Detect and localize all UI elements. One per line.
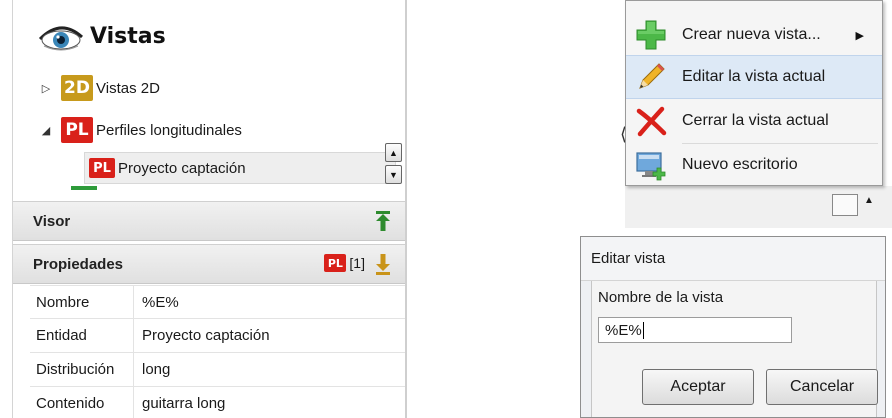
- tree-item-proyecto[interactable]: PL Proyecto captación: [89, 154, 246, 182]
- accept-button[interactable]: Aceptar: [642, 369, 754, 405]
- badge-2d-icon: 2D: [61, 75, 93, 101]
- properties-section[interactable]: Propiedades PL [1]: [13, 244, 405, 284]
- scroll-up-button[interactable]: ▲: [385, 143, 402, 162]
- property-key: Contenido: [30, 387, 134, 418]
- view-name-input[interactable]: %E%: [598, 317, 792, 343]
- menu-item-label: Crear nueva vista...: [682, 26, 821, 43]
- menu-item-label: Cerrar la vista actual: [682, 112, 829, 129]
- property-key: Nombre: [30, 286, 134, 318]
- tree-item-perfiles[interactable]: ◢ PL Perfiles longitudinales: [39, 116, 242, 144]
- cancel-button[interactable]: Cancelar: [766, 369, 878, 405]
- property-key: Distribución: [30, 353, 134, 386]
- menu-item-nuevo-escritorio[interactable]: Nuevo escritorio: [626, 143, 882, 187]
- property-value[interactable]: %E%: [134, 294, 179, 311]
- menu-item-label: Nuevo escritorio: [682, 156, 798, 173]
- collapse-icon[interactable]: ◢: [39, 124, 53, 137]
- collapse-down-icon[interactable]: [375, 253, 391, 275]
- property-row-distribucion[interactable]: Distribución long: [30, 353, 405, 387]
- tree-item-vistas-2d[interactable]: ▷ 2D Vistas 2D: [39, 74, 160, 102]
- menu-item-crear-nueva-vista[interactable]: Crear nueva vista... ▶: [626, 13, 882, 57]
- view-name-value: %E%: [605, 321, 642, 339]
- badge-pl-icon: PL: [61, 117, 93, 143]
- property-value[interactable]: guitarra long: [134, 395, 225, 412]
- visor-section[interactable]: Visor: [13, 201, 405, 241]
- property-row-contenido[interactable]: Contenido guitarra long: [30, 387, 405, 418]
- dialog-body: Nombre de la vista %E% Aceptar Cancelar: [591, 281, 878, 417]
- property-value[interactable]: Proyecto captación: [134, 327, 270, 344]
- dialog-title: Editar vista: [591, 250, 666, 267]
- badge-pl-icon: PL: [324, 254, 347, 272]
- menu-item-editar-vista[interactable]: Editar la vista actual: [626, 55, 882, 99]
- new-desktop-icon: [634, 148, 668, 182]
- menu-item-label: Editar la vista actual: [682, 68, 826, 85]
- green-plus-icon: [634, 18, 668, 52]
- context-menu: Crear nueva vista... ▶ Editar la vista a…: [625, 0, 883, 186]
- dropdown-arrow-icon[interactable]: ▲: [864, 195, 874, 206]
- views-tree: Vistas ▷ 2D Vistas 2D ◢ PL Perfiles long…: [13, 0, 405, 192]
- submenu-arrow-icon: ▶: [855, 29, 864, 42]
- dialog-titlebar[interactable]: Editar vista: [581, 237, 885, 281]
- visor-title: Visor: [33, 212, 71, 230]
- pager-dots[interactable]: ▲○○○▼: [199, 190, 234, 192]
- tree-item-label: Perfiles longitudinales: [96, 121, 242, 139]
- badge-pl-icon: PL: [89, 158, 115, 178]
- properties-count: [1]: [349, 255, 365, 271]
- window-layout-icon[interactable]: [832, 194, 858, 216]
- expand-icon[interactable]: ▷: [39, 82, 53, 95]
- menu-item-cerrar-vista[interactable]: Cerrar la vista actual: [626, 99, 882, 143]
- underlying-window-edge: ⟨: [620, 124, 628, 144]
- view-name-label: Nombre de la vista: [598, 289, 724, 306]
- collapse-up-icon[interactable]: [375, 210, 391, 232]
- next-item-marker: [71, 186, 97, 190]
- scroll-down-button[interactable]: ▼: [385, 165, 402, 184]
- properties-meta: PL [1]: [324, 254, 365, 272]
- property-row-entidad[interactable]: Entidad Proyecto captación: [30, 319, 405, 353]
- edit-view-dialog: Editar vista Nombre de la vista %E% Acep…: [580, 236, 886, 418]
- property-value[interactable]: long: [134, 361, 170, 378]
- property-row-nombre[interactable]: Nombre %E%: [30, 285, 405, 319]
- eye-icon: [38, 22, 84, 51]
- pencil-icon: [634, 60, 668, 94]
- property-key: Entidad: [30, 319, 134, 352]
- panel-border-right: [405, 0, 407, 418]
- tree-item-label: Vistas 2D: [96, 79, 160, 97]
- views-title: Vistas: [90, 23, 166, 49]
- red-x-icon: [634, 104, 668, 138]
- text-caret: [642, 321, 644, 339]
- properties-title: Propiedades: [33, 255, 124, 273]
- tree-item-label: Proyecto captación: [118, 159, 246, 177]
- views-panel: Vistas ▷ 2D Vistas 2D ◢ PL Perfiles long…: [0, 0, 407, 418]
- tree-scrollbar[interactable]: ▲ ▼: [383, 141, 405, 189]
- views-header: Vistas: [38, 16, 166, 56]
